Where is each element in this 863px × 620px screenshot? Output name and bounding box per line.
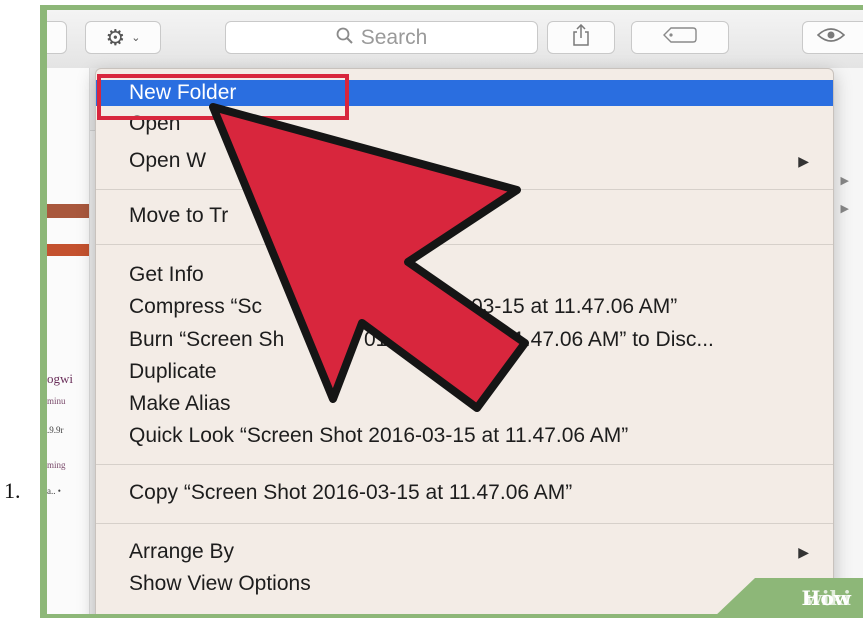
annotation-arrow-icon: [209, 103, 529, 412]
